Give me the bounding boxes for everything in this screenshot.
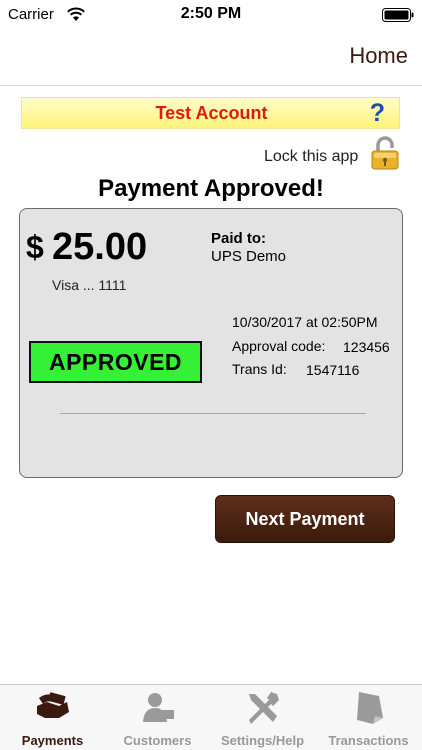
receipt-card: $ 25.00 Visa ... 1111 Paid to: UPS Demo … <box>19 208 403 478</box>
card-info: Visa ... 1111 <box>52 277 127 293</box>
transaction-date: 10/30/2017 at 02:50PM <box>232 314 378 330</box>
tab-transactions[interactable]: Transactions <box>316 685 421 750</box>
tab-payments[interactable]: Payments <box>0 685 105 750</box>
tab-customers[interactable]: Customers <box>105 685 210 750</box>
next-payment-button[interactable]: Next Payment <box>215 495 395 543</box>
test-account-banner: Test Account ? <box>21 97 400 129</box>
help-icon[interactable]: ? <box>370 99 385 128</box>
padlock-icon[interactable] <box>370 136 400 170</box>
tab-customers-label: Customers <box>123 733 192 748</box>
status-time: 2:50 PM <box>180 5 242 22</box>
test-account-title: Test Account <box>155 103 268 123</box>
tab-payments-label: Payments <box>21 733 84 748</box>
payment-amount: 25.00 <box>52 226 148 268</box>
settings-tools-icon <box>249 692 279 724</box>
approval-code-label: Approval code: <box>232 338 326 354</box>
customers-icon <box>143 693 174 722</box>
approval-code-value: 123456 <box>343 339 390 355</box>
tab-bar: Payments Customers Settings/Help Transac… <box>0 684 422 750</box>
currency-symbol: $ <box>26 229 44 265</box>
tab-settings-help-label: Settings/Help <box>220 733 305 748</box>
battery-icon <box>382 8 414 22</box>
payments-icon <box>37 692 69 718</box>
signature-line <box>60 413 366 414</box>
tab-settings-help[interactable]: Settings/Help <box>210 685 315 750</box>
lock-app-label[interactable]: Lock this app <box>264 148 358 166</box>
navigation-bar: Home <box>0 30 422 86</box>
status-bar: Carrier 2:50 PM <box>0 0 422 30</box>
trans-id-label: Trans Id: <box>232 361 287 377</box>
approved-status-badge: APPROVED <box>29 341 202 383</box>
payment-approved-heading: Payment Approved! <box>98 175 324 202</box>
paid-to-name: UPS Demo <box>211 248 287 265</box>
transactions-icon <box>357 692 383 724</box>
paid-to-label: Paid to: <box>211 230 266 247</box>
home-button[interactable]: Home <box>349 43 408 69</box>
trans-id-value: 1547116 <box>306 362 360 378</box>
tab-transactions-label: Transactions <box>328 733 409 748</box>
